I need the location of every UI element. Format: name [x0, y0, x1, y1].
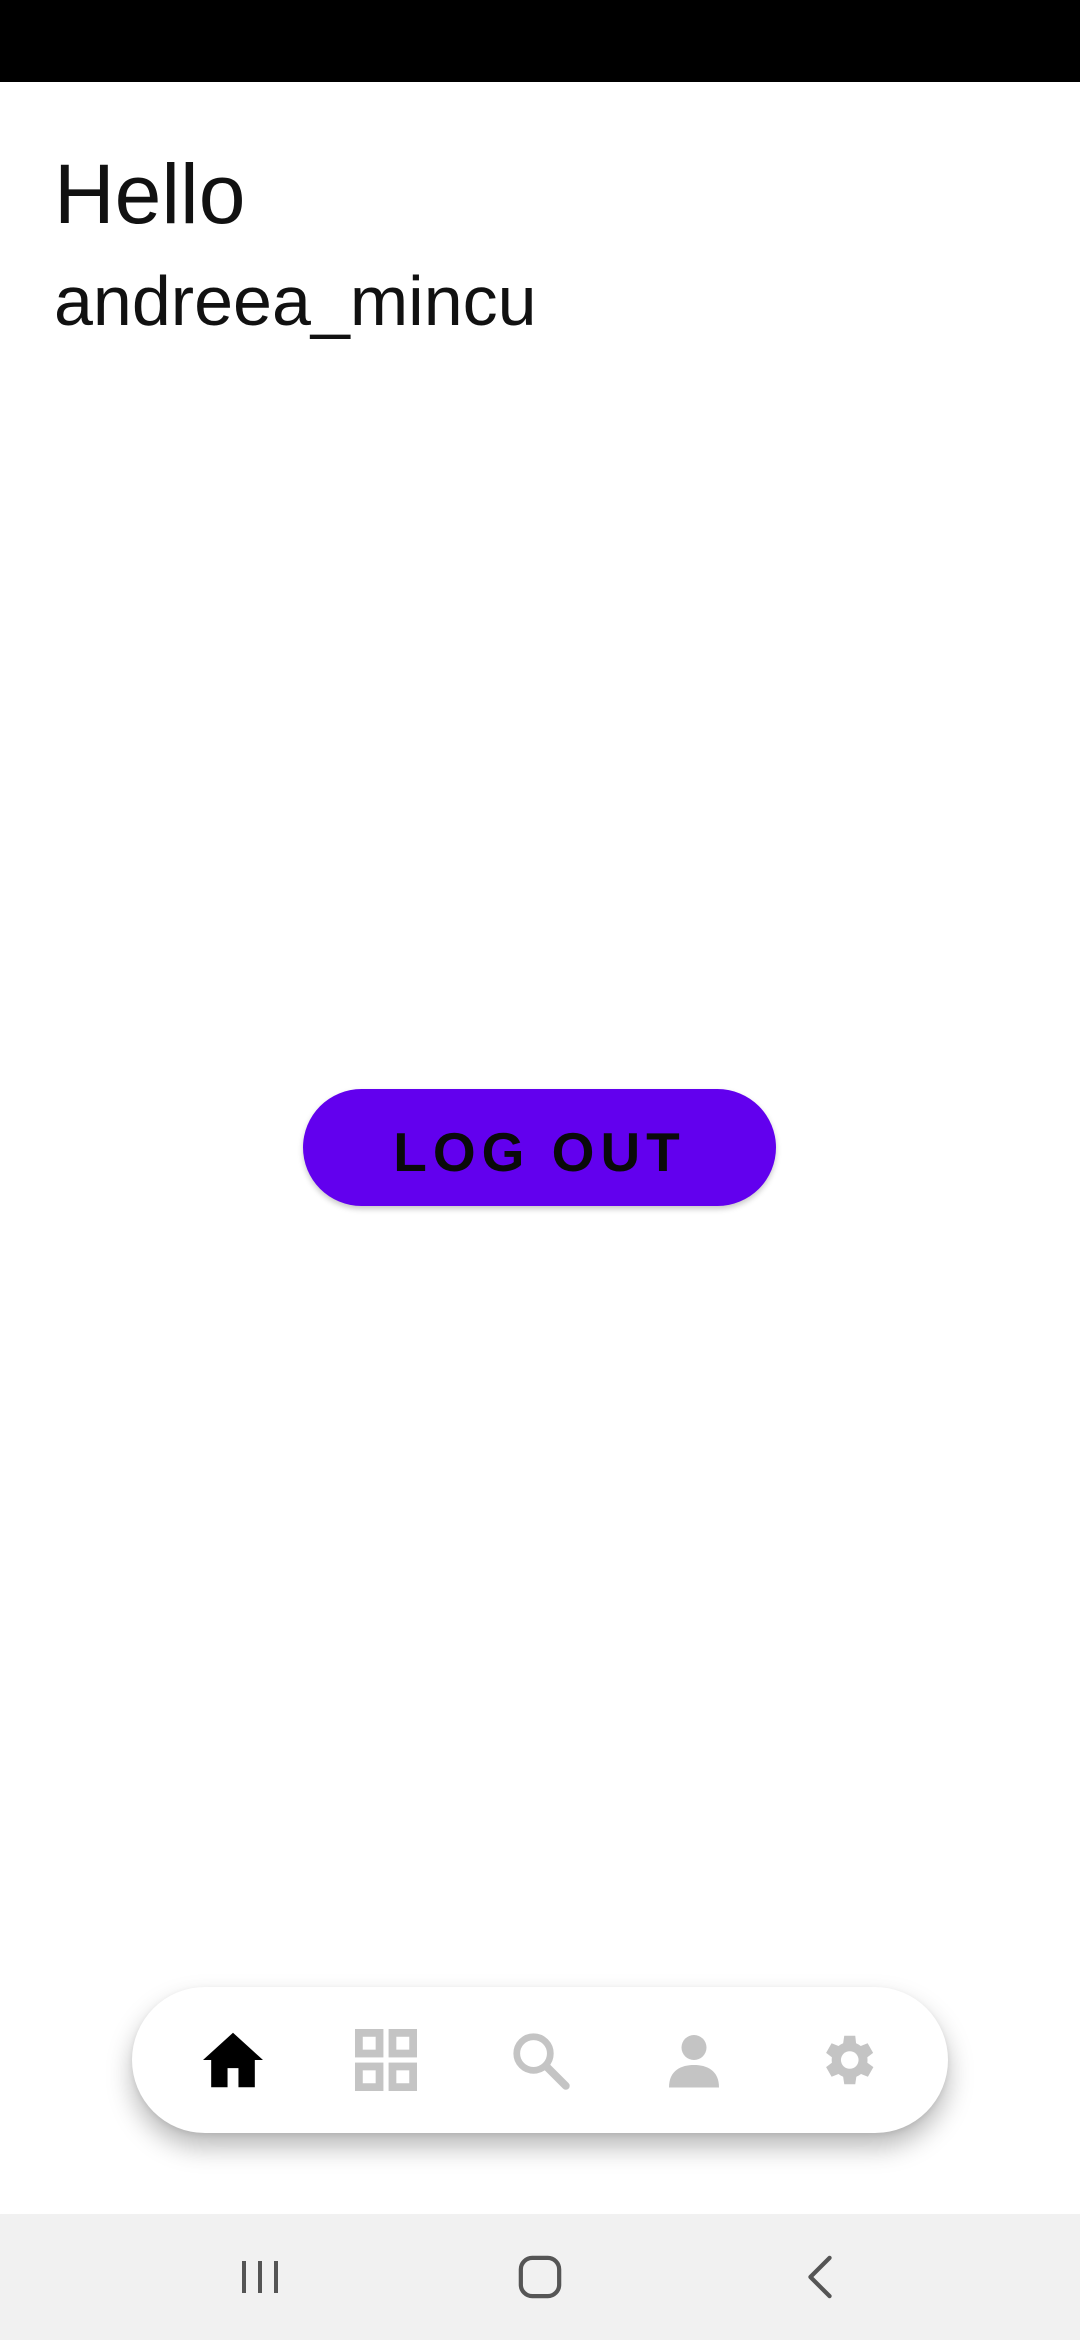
recent-apps-button[interactable] [200, 2227, 320, 2327]
nav-item-grid[interactable] [326, 2000, 446, 2120]
home-screen: Hello andreea_mincu LOG OUT [0, 0, 1080, 2340]
system-navigation-bar [0, 2214, 1080, 2340]
grid-icon [355, 2029, 418, 2091]
system-home-button[interactable] [480, 2227, 600, 2327]
bottom-navigation-bar [132, 1987, 948, 2133]
back-icon [808, 2255, 832, 2299]
settings-icon [826, 2035, 874, 2085]
nav-item-profile[interactable] [634, 2000, 754, 2120]
home-icon [202, 2032, 263, 2088]
username-label: andreea_mincu [54, 262, 537, 340]
status-bar [0, 0, 1080, 82]
back-button[interactable] [760, 2227, 880, 2327]
nav-item-home[interactable] [173, 2000, 293, 2120]
nav-item-settings[interactable] [787, 2000, 907, 2120]
logout-button[interactable]: LOG OUT [303, 1089, 776, 1206]
greeting-title: Hello [54, 147, 246, 241]
nav-item-search[interactable] [480, 2000, 600, 2120]
person-icon [668, 2035, 719, 2088]
recent-apps-icon [242, 2261, 278, 2293]
home-button-icon [518, 2255, 562, 2299]
search-icon [513, 2033, 570, 2090]
